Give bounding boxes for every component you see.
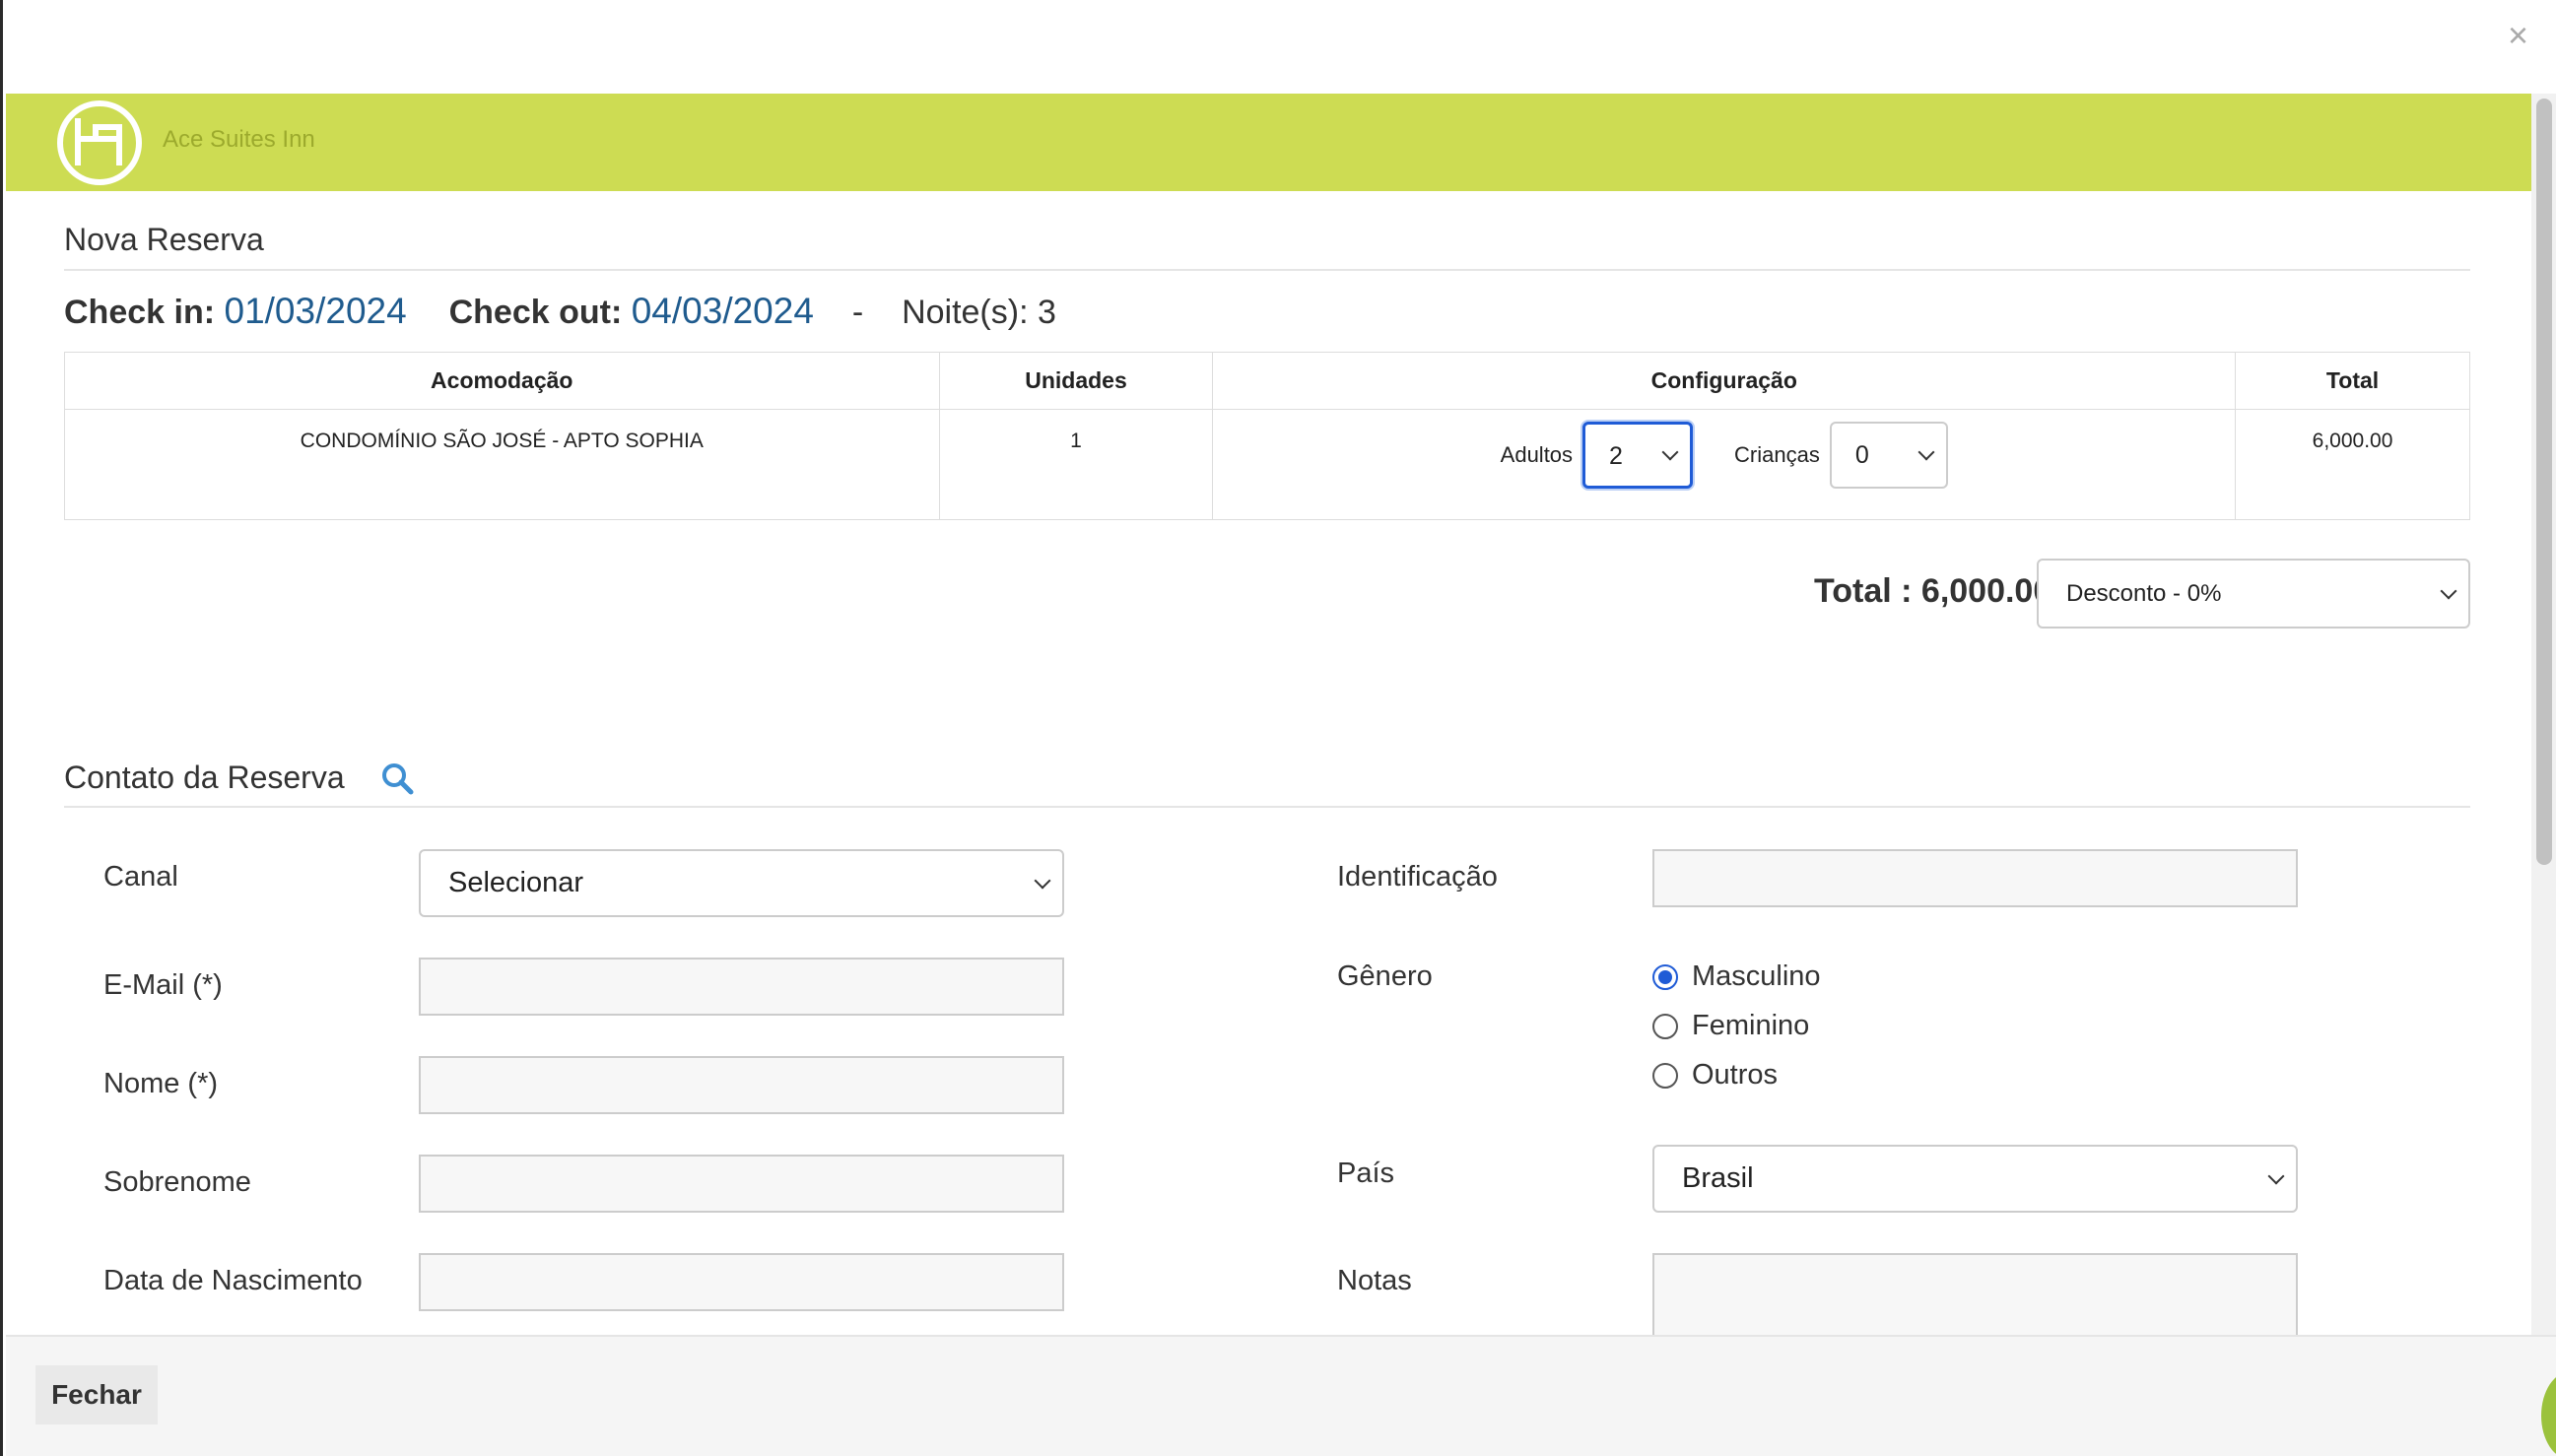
checkin-value[interactable]: 01/03/2024 [225, 291, 407, 331]
configuration-cell: Adultos 2 Crianças 0 [1212, 409, 2237, 520]
identificacao-field[interactable] [1652, 849, 2298, 907]
reservation-title: Nova Reserva [64, 222, 264, 257]
nights-count: Noite(s): 3 [902, 294, 1056, 331]
email-field[interactable] [419, 958, 1064, 1016]
modal-footer: Fechar [6, 1335, 2556, 1456]
chevron-down-icon [2267, 1167, 2285, 1184]
children-select[interactable]: 0 [1829, 422, 1948, 489]
canal-select[interactable]: Selecionar [419, 849, 1064, 917]
search-icon[interactable] [380, 761, 414, 795]
scrollbar-thumb[interactable] [2536, 99, 2552, 865]
pais-select[interactable]: Brasil [1652, 1145, 2298, 1213]
checkout-label: Check out: [448, 294, 623, 331]
hotel-header: Ace Suites Inn [6, 94, 2531, 191]
table-row: CONDOMÍNIO SÃO JOSÉ - APTO SOPHIA 1 Adul… [64, 409, 2470, 520]
adults-value: 2 [1609, 442, 1623, 470]
children-label: Crianças [1734, 442, 1820, 467]
adults-select[interactable]: 2 [1582, 422, 1694, 489]
hotel-name: Ace Suites Inn [163, 126, 315, 153]
sobrenome-field[interactable] [419, 1155, 1064, 1213]
nascimento-label: Data de Nascimento [103, 1265, 363, 1296]
genero-option-label: Outros [1692, 1059, 1779, 1091]
dates-separator: - [851, 294, 864, 331]
close-icon[interactable]: × [2508, 18, 2528, 53]
header-total: Total [2235, 352, 2470, 410]
contact-title: Contato da Reserva [64, 760, 345, 795]
section-divider [64, 806, 2470, 808]
identificacao-label: Identificação [1337, 861, 1498, 893]
chevron-down-icon [1661, 443, 1679, 461]
accommodation-name: CONDOMÍNIO SÃO JOSÉ - APTO SOPHIA [64, 409, 940, 520]
chevron-down-icon [1917, 443, 1935, 461]
nome-field[interactable] [419, 1056, 1064, 1114]
genero-option-masculino[interactable]: Masculino [1652, 960, 1821, 993]
dates-line: Check in: 01/03/2024 Check out: 04/03/20… [64, 291, 1056, 332]
section-divider [64, 269, 2470, 271]
notas-label: Notas [1337, 1265, 1412, 1296]
adults-label: Adultos [1500, 442, 1574, 467]
checkout-value[interactable]: 04/03/2024 [632, 291, 814, 331]
grand-total: Total : 6,000.00 [1814, 572, 2052, 610]
header-configuracao: Configuração [1212, 352, 2237, 410]
sobrenome-label: Sobrenome [103, 1166, 251, 1198]
discount-select[interactable]: Desconto - 0% [2037, 559, 2470, 629]
discount-value: Desconto - 0% [2066, 580, 2222, 607]
radio-button[interactable] [1652, 1013, 1678, 1039]
nome-label: Nome (*) [103, 1068, 219, 1099]
accommodation-table: Acomodação Unidades Configuração Total C… [64, 352, 2470, 520]
checkin-label: Check in: [64, 294, 216, 331]
units-value: 1 [938, 409, 1214, 520]
email-label: E-Mail (*) [103, 969, 223, 1001]
chevron-down-icon [1034, 872, 1051, 889]
bed-logo-icon [57, 100, 142, 185]
radio-button[interactable] [1652, 1062, 1678, 1089]
genero-label: Gênero [1337, 960, 1433, 992]
genero-option-feminino[interactable]: Feminino [1652, 1010, 1809, 1042]
pais-value: Brasil [1682, 1162, 1754, 1194]
genero-option-outros[interactable]: Outros [1652, 1059, 1778, 1092]
radio-button[interactable] [1652, 963, 1678, 990]
chevron-down-icon [2440, 582, 2457, 599]
genero-option-label: Masculino [1692, 960, 1821, 992]
pais-label: País [1337, 1158, 1395, 1189]
nascimento-field[interactable] [419, 1253, 1064, 1311]
children-value: 0 [1854, 441, 1869, 469]
header-acomodacao: Acomodação [64, 352, 940, 410]
row-total: 6,000.00 [2235, 409, 2470, 520]
canal-label: Canal [103, 861, 178, 893]
genero-option-label: Feminino [1692, 1010, 1810, 1041]
header-unidades: Unidades [938, 352, 1214, 410]
canal-value: Selecionar [448, 867, 584, 898]
fechar-button[interactable]: Fechar [35, 1365, 158, 1424]
reservation-modal: × Ace Suites Inn Nova Reserva Check in: … [0, 0, 2556, 1456]
